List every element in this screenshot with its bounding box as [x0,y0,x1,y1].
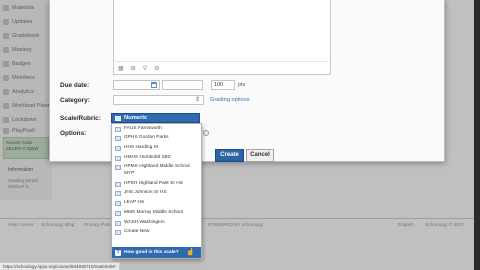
dropdown-create-new[interactable]: Create New [112,228,201,238]
dropdown-option[interactable]: WASH Washington [112,218,201,228]
scale-icon [115,155,121,161]
scale-icon [115,145,121,151]
scale-icon [115,201,121,207]
chevron-down-icon: ⇕ [194,97,200,103]
dropdown-option[interactable]: HPMS Highland Middle School MYP [112,163,201,179]
dropdown-option[interactable]: LEAP HS [112,199,201,209]
dropdown-option[interactable]: MMS Murray Middle School [112,208,201,218]
scale-icon [115,220,121,226]
scale-icon [115,136,121,142]
editor-toolbar: ▦ ⊞ ⚲ ⚙ [113,61,331,75]
scale-icon [115,165,121,171]
link-icon[interactable]: ⚲ [143,66,147,72]
category-select[interactable]: ⇕ [113,95,204,105]
calendar-icon[interactable] [151,82,157,88]
image-icon[interactable]: ▦ [118,66,124,72]
scale-selected-value: Numeric [124,115,148,121]
browser-status-url: https://schoology.spps.org/course/944835… [0,262,120,270]
attach-icon[interactable]: ⊞ [131,66,136,72]
scale-rubric-select[interactable]: Numeric [111,113,200,123]
scale-dropdown-menu: FAUS Farnsworth GPHS Gordon Parks HHS Ha… [111,123,202,259]
window-scrollbar[interactable] [474,0,480,270]
scale-icon [115,115,121,121]
scale-icon [115,181,121,187]
scale-icon [115,126,121,132]
options-label: Options: [60,130,87,137]
cancel-button[interactable]: Cancel [246,149,274,162]
dropdown-option[interactable]: HHS Harding Sr [112,143,201,153]
create-button[interactable]: Create [215,149,244,162]
due-time-input[interactable] [162,80,203,90]
dropdown-option[interactable]: HPSH Highland Park Sr HS [112,179,201,189]
grading-options-link[interactable]: Grading options [210,97,250,103]
scale-rubric-label: Scale/Rubric: [60,115,101,122]
dropdown-option[interactable]: FAUS Farnsworth [112,124,201,134]
dropdown-option[interactable]: HMHS Humboldt SBC [112,153,201,163]
category-label: Category: [60,97,90,104]
due-date-label: Due date: [60,82,90,89]
dropdown-option[interactable]: JHS Johnson Sr HS [112,189,201,199]
help-icon: ? [115,249,121,256]
options-toggle-icon[interactable] [203,130,209,136]
dropdown-option[interactable]: GPHS Gordon Parks [112,134,201,144]
points-input[interactable]: 100 [211,80,235,90]
points-unit: pts [238,82,246,88]
scale-help-link[interactable]: ? How good is this scale? ☝ [112,247,201,258]
scale-icon [115,210,121,216]
embed-icon[interactable]: ⚙ [154,66,159,72]
scale-icon [115,191,121,197]
hand-cursor-icon: ☝ [186,249,195,256]
browser-viewport: Materials Updates Gradebook Mastery Badg… [0,0,477,270]
add-icon [115,230,121,236]
